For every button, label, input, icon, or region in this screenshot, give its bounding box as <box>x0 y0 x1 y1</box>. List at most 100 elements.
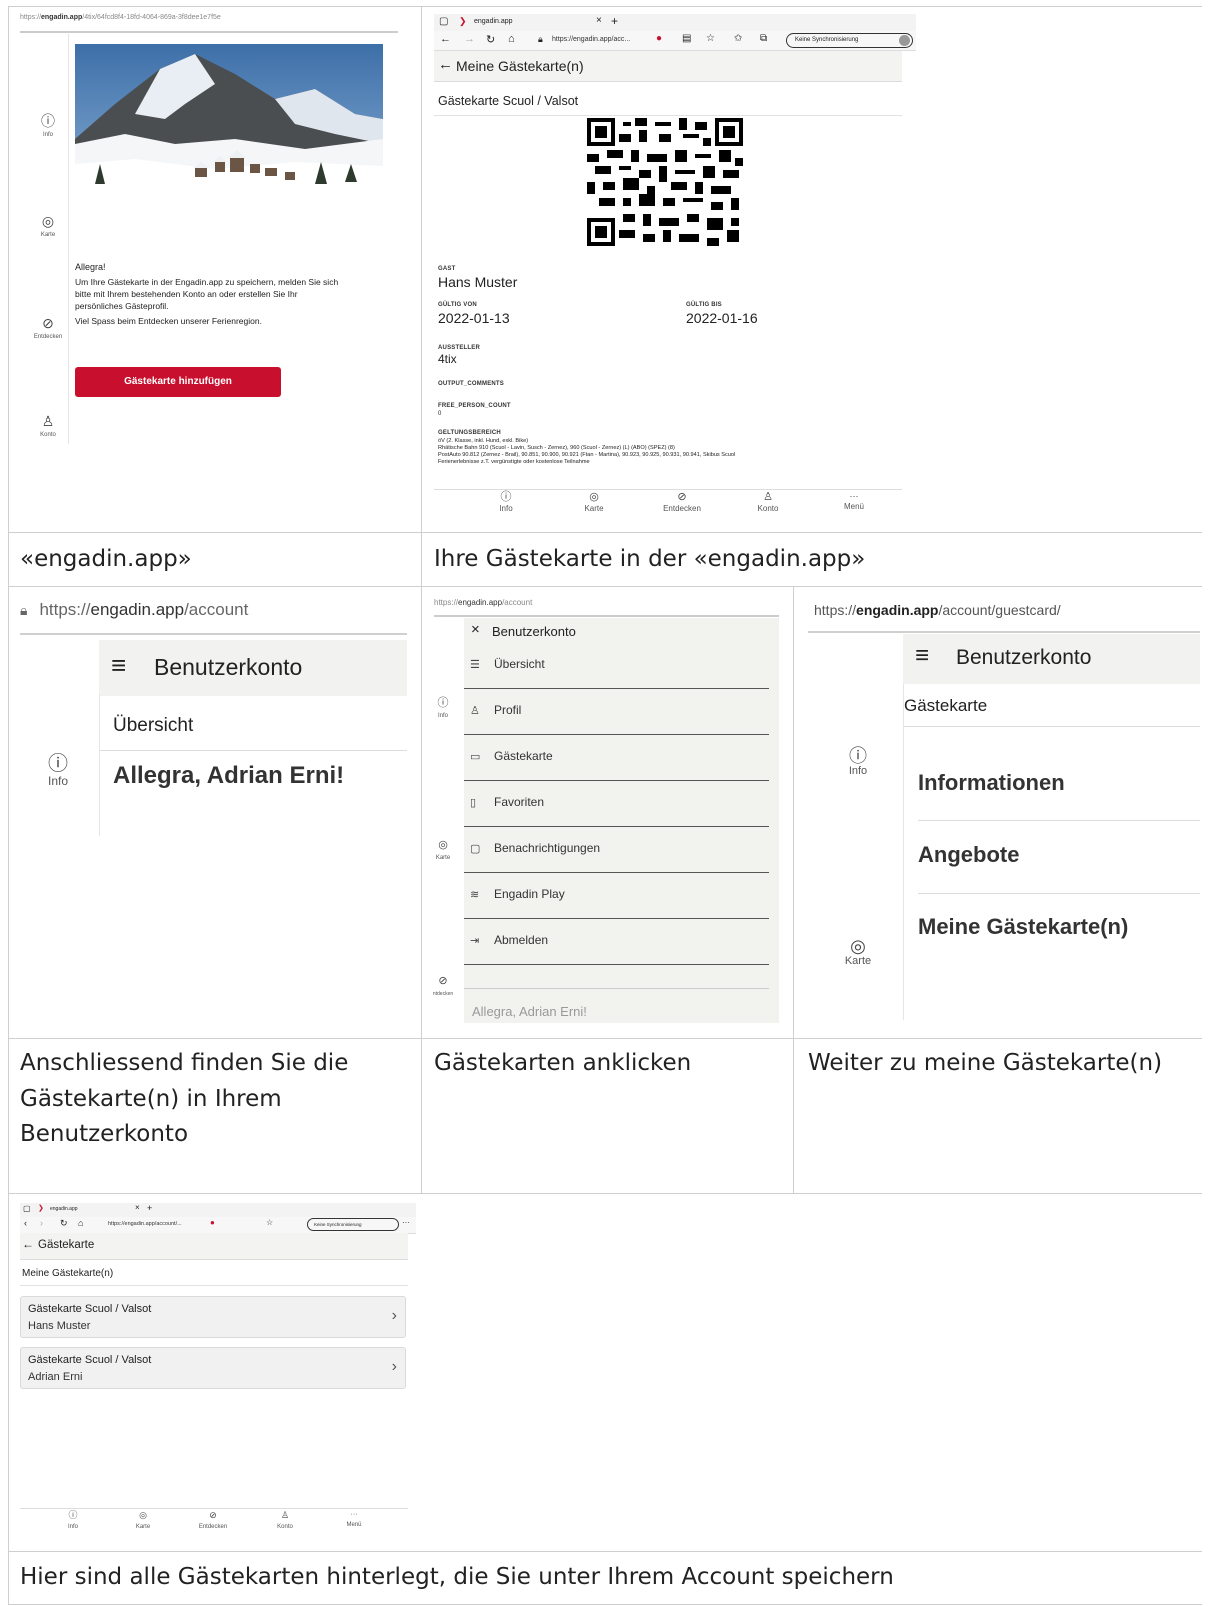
guestcard-item[interactable]: Gästekarte Scuol / Valsot Hans Muster › <box>20 1296 406 1338</box>
address-divider <box>434 615 779 617</box>
validity-area-text: öV (2. Klasse, inkl. Hund, exkl. Bike) R… <box>438 438 736 465</box>
nav-menu[interactable]: ··· Menü <box>834 492 874 512</box>
wifi-icon: ≋ <box>470 889 480 901</box>
rail-item-karte[interactable]: ◎ Karte <box>838 937 878 967</box>
menu-item-gaestekarte[interactable]: ▭ Gästekarte <box>464 734 769 781</box>
compass-icon: ⊘ <box>209 1510 217 1520</box>
address-bar[interactable]: https://engadin.app/account/guestcard/ <box>814 602 1061 618</box>
rail-item-entdecken[interactable]: ⊘ ntdecken <box>428 975 458 998</box>
address-bar[interactable]: https://engadin.app/account <box>434 598 532 607</box>
more-icon[interactable]: ··· <box>402 1218 410 1227</box>
tab-title[interactable]: engadin.app <box>50 1206 78 1212</box>
issuer-value: 4tix <box>438 352 457 366</box>
overview-icon: ☰ <box>470 659 480 671</box>
home-icon[interactable]: ⌂ <box>78 1218 83 1228</box>
nav-menu[interactable]: ··· Menü <box>334 1511 374 1528</box>
page-title: Benutzerkonto <box>956 646 1092 669</box>
reader-icon[interactable]: ▤ <box>682 33 691 44</box>
compass-icon: ⊘ <box>42 315 54 331</box>
collections-icon[interactable]: ⧉ <box>760 33 767 44</box>
favorite-add-icon[interactable]: ☆ <box>706 33 715 44</box>
hamburger-menu-icon[interactable]: ≡ <box>915 642 929 670</box>
sync-button[interactable]: Keine Synchronisierung <box>786 33 913 48</box>
rail-item-entdecken[interactable]: ⊘ Entdecken <box>28 316 68 340</box>
reload-icon[interactable]: ↻ <box>60 1218 68 1229</box>
address-divider <box>808 631 1200 633</box>
url-host: engadin.app <box>41 14 83 21</box>
back-icon[interactable]: ← <box>440 33 451 45</box>
rail-item-info[interactable]: ⓘ Info <box>38 754 78 788</box>
section-meine-gaestekarten[interactable]: Meine Gästekarte(n) <box>918 914 1128 940</box>
tab-close-icon[interactable]: × <box>135 1203 140 1212</box>
screenshot-guestcard-detail: ▢ ❯ engadin.app × + ← → ↻ ⌂ 🔒︎ https://e… <box>434 14 916 524</box>
rail-item-info[interactable]: ⓘ Info <box>28 114 68 138</box>
section-angebote[interactable]: Angebote <box>918 842 1019 868</box>
hamburger-menu-icon[interactable]: ≡ <box>111 650 126 681</box>
nav-konto[interactable]: ♙ Konto <box>265 1511 305 1531</box>
rail-item-karte[interactable]: ◎ Karte <box>428 840 458 862</box>
bottom-nav: ⓘ Info ◎ Karte ⊘ Entdecken ♙ Konto ··· Menü <box>20 1511 408 1541</box>
nav-karte[interactable]: ◎ Karte <box>123 1511 163 1531</box>
grid-line <box>8 6 9 1604</box>
address-field[interactable]: https://engadin.app/account/... <box>108 1221 182 1227</box>
side-rail: ⓘ Info <box>20 694 100 836</box>
nav-entdecken[interactable]: ⊘ Entdecken <box>188 1510 238 1531</box>
add-guestcard-button[interactable]: Gästekarte hinzufügen <box>75 367 281 397</box>
footer-divider <box>464 988 769 989</box>
menu-item-profil[interactable]: ♙ Profil <box>464 688 769 735</box>
bookmark-icon: ▯ <box>470 797 477 809</box>
info-icon: ⓘ <box>68 1510 78 1520</box>
location-pin-icon: ◎ <box>589 491 599 503</box>
profile-icon <box>899 35 910 46</box>
caption-account-overview: Anschliessend finden Sie die Gästekarte(… <box>20 1050 349 1148</box>
compass-icon: ⊘ <box>438 975 448 987</box>
nav-konto[interactable]: ♙ Konto <box>748 492 788 514</box>
forward-icon[interactable]: → <box>464 33 475 45</box>
tab-title[interactable]: engadin.app <box>474 18 513 25</box>
tab-close-icon[interactable]: × <box>596 15 602 26</box>
address-bar[interactable]: 🔒︎ https://engadin.app/account <box>20 600 248 620</box>
rail-item-info[interactable]: ⓘ Info <box>838 747 878 777</box>
new-tab-icon[interactable]: + <box>147 1203 152 1213</box>
menu-item-engadin-play[interactable]: ≋ Engadin Play <box>464 872 769 919</box>
extension-icon[interactable]: ● <box>656 33 662 44</box>
subtitle-divider <box>903 726 1200 727</box>
rail-item-info[interactable]: ⓘ Info <box>428 698 458 720</box>
nav-info[interactable]: ⓘ Info <box>486 492 526 514</box>
browser-tabbar: ▢ ❯ engadin.app × + <box>434 14 916 31</box>
section-informationen[interactable]: Informationen <box>918 770 1065 796</box>
menu-item-favoriten[interactable]: ▯ Favoriten <box>464 780 769 827</box>
nav-info[interactable]: ⓘ Info <box>53 1510 93 1531</box>
menu-item-uebersicht[interactable]: ☰ Übersicht <box>464 642 769 689</box>
guestcard-title: Gästekarte Scuol / Valsot <box>28 1303 152 1315</box>
gast-label: GAST <box>438 266 456 272</box>
validity-area-label: GELTUNGSBEREICH <box>438 430 501 436</box>
back-icon[interactable]: ‹ <box>24 1218 27 1228</box>
home-icon[interactable]: ⌂ <box>508 33 515 45</box>
reload-icon[interactable]: ↻ <box>486 33 495 46</box>
location-pin-icon: ◎ <box>41 213 55 229</box>
menu-item-abmelden[interactable]: ⇥ Abmelden <box>464 918 769 965</box>
close-icon[interactable]: × <box>471 621 480 638</box>
sync-button[interactable]: Keine Synchronisierung <box>307 1218 399 1231</box>
greeting: Allegra! <box>75 262 106 272</box>
new-tab-icon[interactable]: + <box>611 14 618 28</box>
screenshot-landing: https://engadin.app/4tix/64fcd8f4-18fd-4… <box>20 14 402 444</box>
nav-entdecken[interactable]: ⊘ Entdecken <box>652 492 712 514</box>
intro-text: Um Ihre Gästekarte in der Engadin.app zu… <box>75 277 339 326</box>
forward-icon[interactable]: › <box>40 1218 43 1228</box>
bottom-nav: ⓘ Info ◎ Karte ⊘ Entdecken ♙ Konto ··· Menü <box>434 492 902 522</box>
extension-icon[interactable]: ● <box>210 1218 215 1227</box>
rail-item-karte[interactable]: ◎ Karte <box>28 214 68 238</box>
menu-item-benachrichtigungen[interactable]: ▢ Benachrichtigungen <box>464 826 769 873</box>
back-arrow-icon[interactable]: ← <box>438 56 453 73</box>
guestcard-item[interactable]: Gästekarte Scuol / Valsot Adrian Erni › <box>20 1347 406 1389</box>
favorites-icon[interactable]: ☆ <box>266 1218 273 1227</box>
rail-item-konto[interactable]: ♙ Konto <box>28 414 68 438</box>
address-field[interactable]: https://engadin.app/acc... <box>552 36 630 43</box>
address-bar[interactable]: https://engadin.app/4tix/64fcd8f4-18fd-4… <box>20 14 221 21</box>
back-arrow-icon[interactable]: ← <box>22 1237 34 1251</box>
favorites-icon[interactable]: ✩ <box>734 33 742 44</box>
subtitle-divider <box>99 750 407 751</box>
nav-karte[interactable]: ◎ Karte <box>574 491 614 514</box>
